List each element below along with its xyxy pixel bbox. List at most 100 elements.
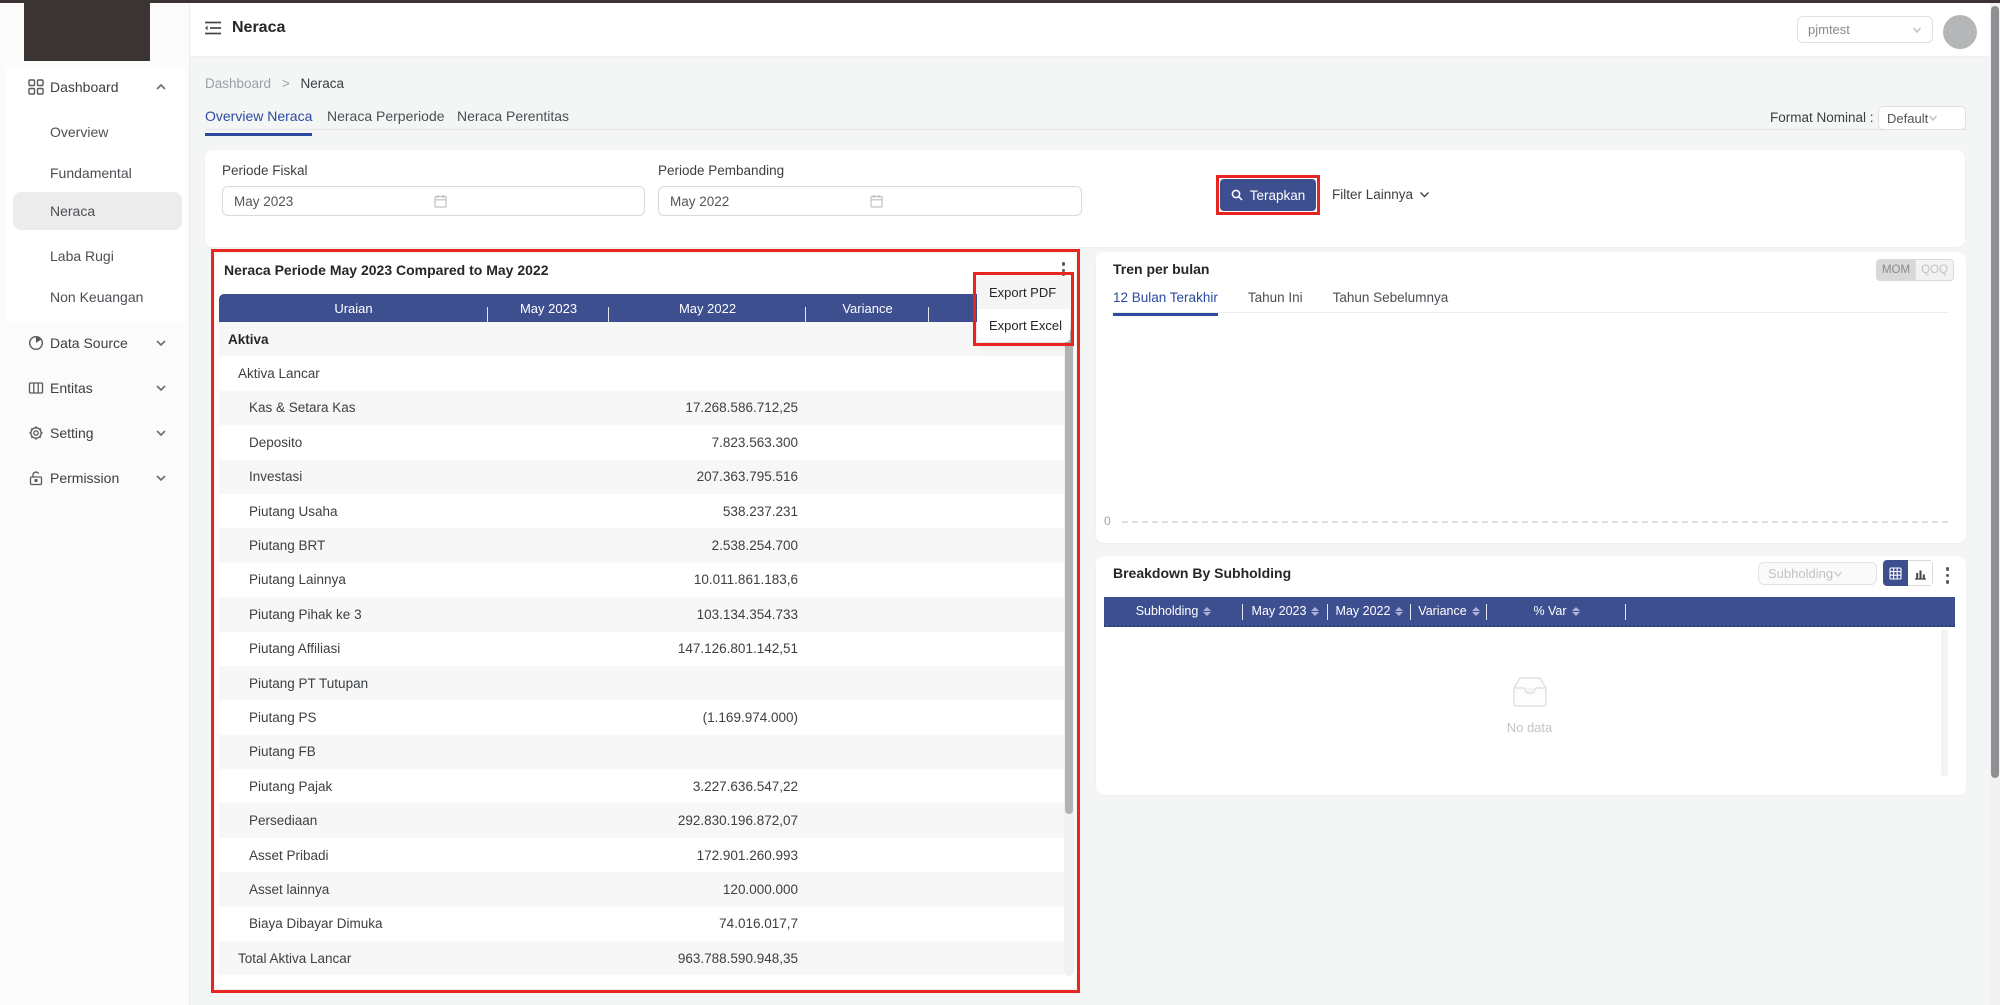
table-scrollbar[interactable] (1064, 322, 1074, 976)
calendar-icon (870, 194, 1070, 208)
row-label: Asset Pribadi (219, 848, 329, 863)
more-filters-toggle[interactable]: Filter Lainnya (1332, 187, 1430, 202)
column-header-may-2023[interactable]: May 2023 (488, 301, 609, 316)
sidebar-item-dashboard[interactable]: Dashboard (0, 75, 190, 99)
page-scrollbar-thumb[interactable] (1991, 6, 1999, 778)
chevron-down-icon (1912, 25, 1922, 35)
sidebar-item-neraca[interactable]: Neraca (0, 199, 190, 223)
breadcrumb-separator: > (282, 76, 290, 91)
row-value: 120.000.000 (723, 882, 798, 897)
table-view-icon[interactable] (1883, 560, 1908, 586)
apply-button[interactable]: Terapkan (1220, 179, 1316, 211)
breakdown-scrollbar[interactable] (1941, 629, 1948, 777)
chevron-down-icon (155, 382, 167, 394)
column-header-uraian[interactable]: Uraian (219, 301, 488, 316)
periode-fiskal-value: May 2023 (234, 194, 434, 209)
subholding-select-value: Subholding (1768, 566, 1833, 581)
format-nominal-value: Default (1887, 111, 1928, 126)
row-label: Piutang Pihak ke 3 (219, 607, 362, 622)
periode-pembanding-input[interactable]: May 2022 (658, 186, 1082, 216)
column-header-subholding[interactable]: Subholding (1104, 597, 1243, 625)
table-row: Piutang Usaha538.237.231 (219, 494, 1064, 528)
sort-icon[interactable] (1395, 607, 1403, 616)
sidebar-item-permission[interactable]: Permission (0, 466, 190, 490)
sidebar-item-entitas[interactable]: Entitas (0, 376, 190, 400)
column-header-may-2023[interactable]: May 2023 (1243, 597, 1328, 625)
chevron-down-icon (155, 427, 167, 439)
page-title: Neraca (232, 19, 285, 37)
sidebar-item-data-source[interactable]: Data Source (0, 331, 190, 355)
breakdown-table-header: Subholding May 2023 May 2022 Variance % … (1104, 597, 1955, 627)
trend-title: Tren per bulan (1113, 261, 1209, 277)
page-scrollbar[interactable] (1990, 3, 2000, 1005)
sort-icon[interactable] (1203, 607, 1211, 616)
kebab-menu-icon[interactable] (1943, 564, 1953, 587)
export-pdf-item[interactable]: Export PDF (977, 276, 1070, 309)
more-filters-label: Filter Lainnya (1332, 187, 1413, 202)
sort-icon[interactable] (1572, 607, 1580, 616)
qoq-toggle-button[interactable]: QOQ (1915, 260, 1953, 280)
user-dropdown[interactable]: pjmtest (1797, 16, 1933, 43)
view-toggle (1883, 560, 1933, 586)
format-nominal-select[interactable]: Default (1878, 106, 1966, 130)
table-row: Piutang Affiliasi147.126.801.142,51 (219, 632, 1064, 666)
table-row: Biaya Dibayar Dimuka74.016.017,7 (219, 907, 1064, 941)
sidebar-subitem-label: Non Keuangan (50, 289, 143, 305)
breadcrumb-item-current: Neraca (300, 76, 344, 91)
export-excel-item[interactable]: Export Excel (977, 309, 1070, 342)
sidebar: Dashboard Overview Fundamental Neraca La… (0, 3, 190, 1005)
y-axis-zero-label: 0 (1104, 514, 1111, 528)
table-row: Piutang Pihak ke 3 103.134.354.733 (219, 597, 1064, 631)
row-label: Piutang Affiliasi (219, 641, 340, 656)
sidebar-item-non-keuangan[interactable]: Non Keuangan (0, 285, 190, 309)
periode-pembanding-label: Periode Pembanding (658, 163, 784, 178)
column-header-may-2022[interactable]: May 2022 (609, 301, 806, 316)
row-label: Piutang Lainnya (219, 572, 346, 587)
no-data-label: No data (1507, 720, 1553, 735)
avatar[interactable] (1943, 15, 1977, 49)
tab-overview-neraca[interactable]: Overview Neraca (205, 108, 312, 136)
format-nominal-label: Format Nominal : (1770, 110, 1874, 125)
row-label: Kas & Setara Kas (219, 400, 356, 415)
row-value: 103.134.354.733 (697, 607, 798, 622)
row-label: Piutang BRT (219, 538, 325, 553)
column-header-pct-var[interactable]: % Var (1487, 597, 1626, 625)
row-label: Total Aktiva Lancar (219, 951, 351, 966)
sidebar-item-setting[interactable]: Setting (0, 421, 190, 445)
sort-icon[interactable] (1472, 607, 1480, 616)
table-row: Deposito7.823.563.300 (219, 425, 1064, 459)
table-row: Piutang FB (219, 735, 1064, 769)
mom-qoq-toggle: MOM QOQ (1876, 259, 1954, 281)
mom-toggle-button[interactable]: MOM (1877, 260, 1915, 280)
row-value: 538.237.231 (723, 504, 798, 519)
periode-fiskal-label: Periode Fiskal (222, 163, 308, 178)
row-value: 74.016.017,7 (719, 916, 798, 931)
table-row: Piutang PS(1.169.974.000) (219, 700, 1064, 734)
sidebar-item-laba-rugi[interactable]: Laba Rugi (0, 244, 190, 268)
row-value: (1.169.974.000) (703, 710, 798, 725)
sort-icon[interactable] (1311, 607, 1319, 616)
sidebar-item-overview[interactable]: Overview (0, 120, 190, 144)
column-header-variance[interactable]: Variance (806, 301, 929, 316)
sidebar-item-fundamental[interactable]: Fundamental (0, 161, 190, 185)
row-value: 10.011.861.183,6 (694, 572, 798, 587)
subholding-select[interactable]: Subholding (1758, 562, 1877, 585)
neraca-table-header: Uraian May 2023 May 2022 Variance (219, 294, 1064, 322)
breadcrumb-item[interactable]: Dashboard (205, 76, 271, 91)
sidebar-item-label: Data Source (50, 335, 128, 351)
chevron-down-icon (1833, 569, 1867, 579)
row-label: Investasi (219, 469, 302, 484)
chart-view-icon[interactable] (1908, 560, 1933, 586)
menu-fold-icon[interactable] (204, 20, 222, 36)
column-header-may-2022[interactable]: May 2022 (1328, 597, 1411, 625)
periode-fiskal-input[interactable]: May 2023 (222, 186, 645, 216)
neraca-table-body: AktivaAktiva LancarKas & Setara Kas17.26… (219, 322, 1064, 975)
column-header-variance[interactable]: Variance (1411, 597, 1487, 625)
table-row: Aktiva (219, 322, 1064, 356)
table-scrollbar-thumb[interactable] (1065, 330, 1073, 814)
user-dropdown-value: pjmtest (1808, 22, 1912, 37)
sidebar-item-label: Dashboard (50, 79, 119, 95)
chevron-down-icon (155, 337, 167, 349)
calendar-icon (434, 194, 634, 208)
column-label: May 2023 (1252, 604, 1307, 618)
